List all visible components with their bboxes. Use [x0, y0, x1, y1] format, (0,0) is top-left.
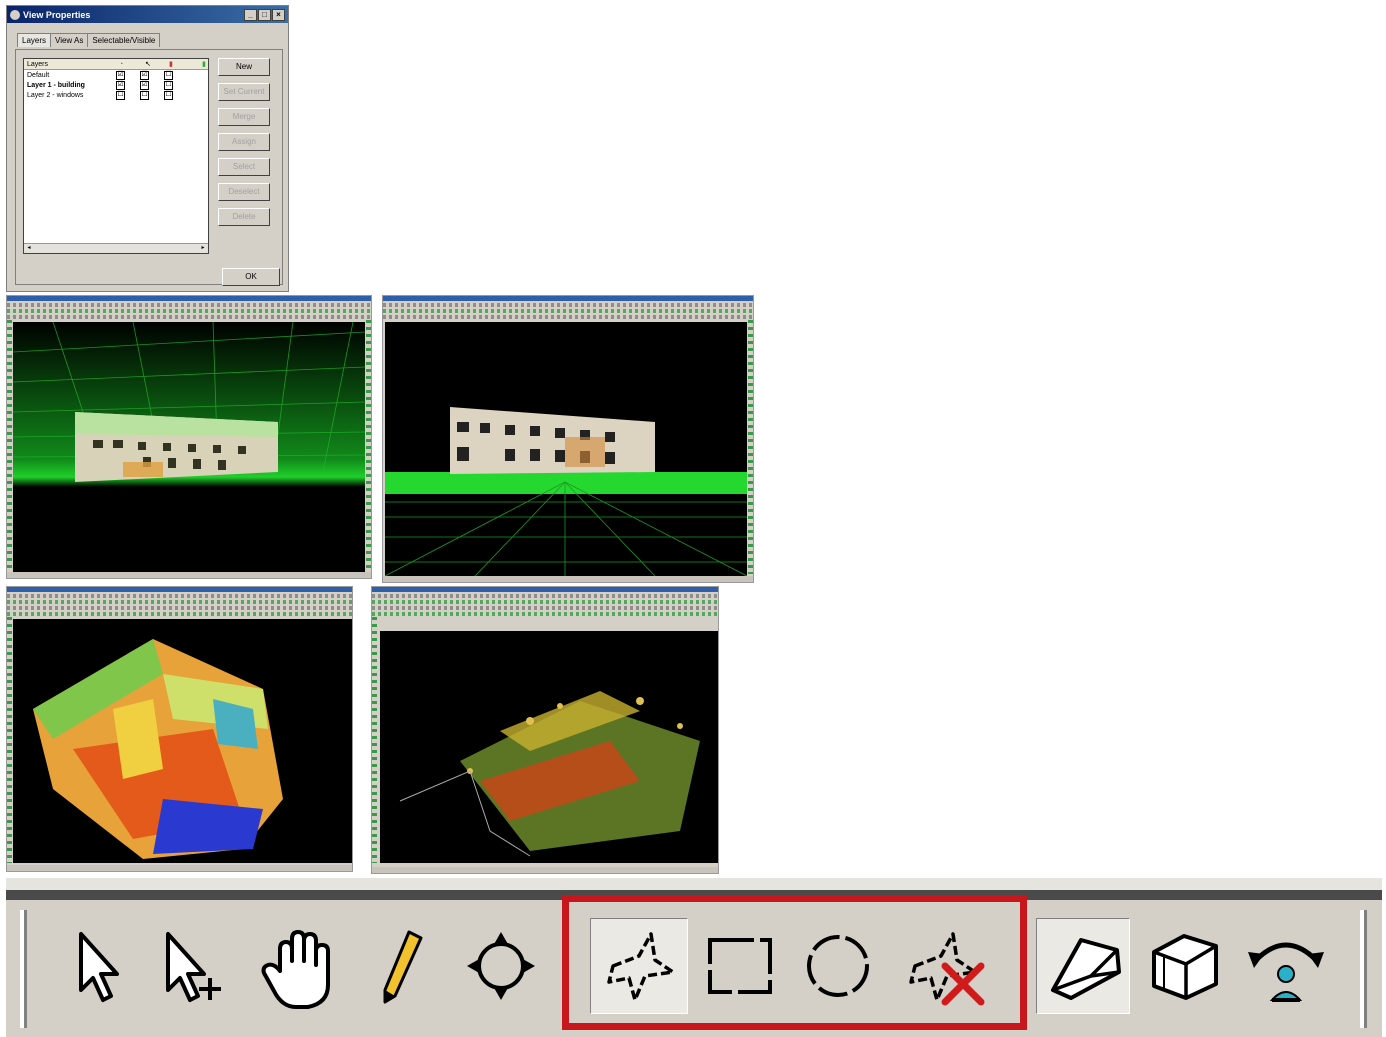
select-tool-button[interactable] [62, 918, 132, 1014]
circle-fence-icon [807, 935, 869, 997]
lock-checkbox[interactable]: ☐ [164, 90, 173, 100]
layer-row[interactable]: Layer 1 - building ☑ ☑ ☐ [24, 80, 208, 90]
clear-fence-tool-button[interactable] [896, 918, 996, 1014]
scroll-right-icon[interactable]: ▸ [199, 245, 207, 252]
orbit-user-icon [1248, 942, 1324, 1002]
point-cloud-view [13, 322, 365, 572]
selectable-checkbox[interactable]: ☑ [140, 80, 149, 90]
select-column-icon: ↖ [145, 61, 151, 68]
3d-viewport[interactable] [13, 619, 352, 863]
minimize-button[interactable]: _ [244, 8, 257, 21]
polygon-fence-icon [607, 932, 675, 1002]
3d-viewport[interactable] [13, 322, 365, 572]
colormap-column-icon: ▮ [202, 61, 206, 68]
clear-fence-icon [909, 932, 985, 1006]
3d-viewport[interactable] [380, 631, 718, 863]
scroll-left-icon[interactable]: ◂ [25, 245, 33, 252]
point-cloud-view [385, 322, 747, 576]
color-column-icon: ▮ [169, 61, 173, 68]
selectable-checkbox[interactable]: ☑ [140, 70, 149, 80]
pencil-icon [383, 930, 423, 1004]
tab-selectable-visible[interactable]: Selectable/Visible [87, 33, 161, 47]
layer-row[interactable]: Default ☑ ☑ ☐ [24, 70, 208, 80]
arrow-cursor-icon [79, 932, 119, 1002]
toolbar-grip[interactable] [20, 910, 27, 1028]
lock-checkbox[interactable]: ☐ [164, 70, 173, 80]
visible-checkbox[interactable]: ☑ [116, 70, 125, 80]
add-select-tool-button[interactable] [156, 918, 236, 1014]
view-properties-dialog: View Properties _ □ × Layers View As Sel… [6, 5, 289, 292]
arrow-add-cursor-icon [166, 932, 221, 1002]
dialog-tabs: Layers View As Selectable/Visible [17, 33, 161, 47]
cube-view-tool-button[interactable] [1144, 918, 1228, 1014]
new-layer-button[interactable]: New [218, 58, 270, 76]
orbit-tool-button[interactable] [1240, 918, 1332, 1014]
layer-name: Default [27, 71, 50, 79]
layers-list[interactable]: Layers ◔ ↖ ▮ ▮ Default ☑ ☑ ☐ Layer 1 - b… [23, 58, 209, 254]
point-cloud-view [13, 619, 352, 863]
tab-view-as[interactable]: View As [50, 33, 89, 47]
dialog-title: View Properties [23, 9, 91, 20]
ok-button[interactable]: OK [222, 268, 280, 286]
deselect-button[interactable]: Deselect [218, 183, 270, 201]
cube-icon [1152, 934, 1218, 1000]
screenshot-building-grid-behind [6, 295, 372, 579]
screenshot-building-colored [6, 586, 353, 872]
layer-name: Layer 1 - building [27, 81, 85, 89]
rectangle-fence-icon [708, 938, 772, 994]
circle-fence-tool-button[interactable] [794, 918, 882, 1014]
point-cloud-view [380, 631, 718, 863]
dialog-titlebar: View Properties _ □ × [7, 6, 288, 23]
screenshot-building-grid-floor [382, 295, 754, 583]
set-current-button[interactable]: Set Current [218, 83, 270, 101]
view-frustum-tool-button[interactable] [1036, 918, 1130, 1014]
hand-icon [261, 930, 330, 1009]
screenshot-site-top [371, 586, 719, 874]
visible-column-icon: ◔ [119, 60, 124, 68]
selectable-checkbox[interactable]: ☐ [140, 90, 149, 100]
fence-toolbar [6, 878, 1382, 1037]
horizontal-scrollbar[interactable]: ◂ ▸ [24, 243, 208, 253]
delete-button[interactable]: Delete [218, 208, 270, 226]
tab-layers[interactable]: Layers [17, 33, 52, 47]
maximize-button[interactable]: □ [258, 8, 271, 21]
move-tool-button[interactable] [456, 918, 546, 1014]
crosshair-move-icon [467, 932, 535, 1000]
toolbar-grip-right[interactable] [1360, 910, 1367, 1028]
close-button[interactable]: × [272, 8, 285, 21]
rectangle-fence-tool-button[interactable] [696, 918, 784, 1014]
lock-checkbox[interactable]: ☐ [164, 80, 173, 90]
assign-button[interactable]: Assign [218, 133, 270, 151]
app-icon [10, 9, 20, 20]
draw-tool-button[interactable] [372, 918, 432, 1014]
visible-checkbox[interactable]: ☑ [116, 80, 125, 90]
view-wedge-icon [1051, 938, 1121, 1000]
layer-row[interactable]: Layer 2 - windows ☐ ☐ ☐ [24, 90, 208, 100]
3d-viewport[interactable] [385, 322, 747, 576]
list-header: Layers ◔ ↖ ▮ ▮ [24, 59, 208, 70]
merge-button[interactable]: Merge [218, 108, 270, 126]
layer-name: Layer 2 - windows [27, 91, 84, 99]
layers-column-header: Layers [27, 60, 49, 68]
pan-tool-button[interactable] [256, 918, 346, 1014]
visible-checkbox[interactable]: ☐ [116, 90, 125, 100]
polygon-fence-tool-button[interactable] [590, 918, 688, 1014]
select-button[interactable]: Select [218, 158, 270, 176]
